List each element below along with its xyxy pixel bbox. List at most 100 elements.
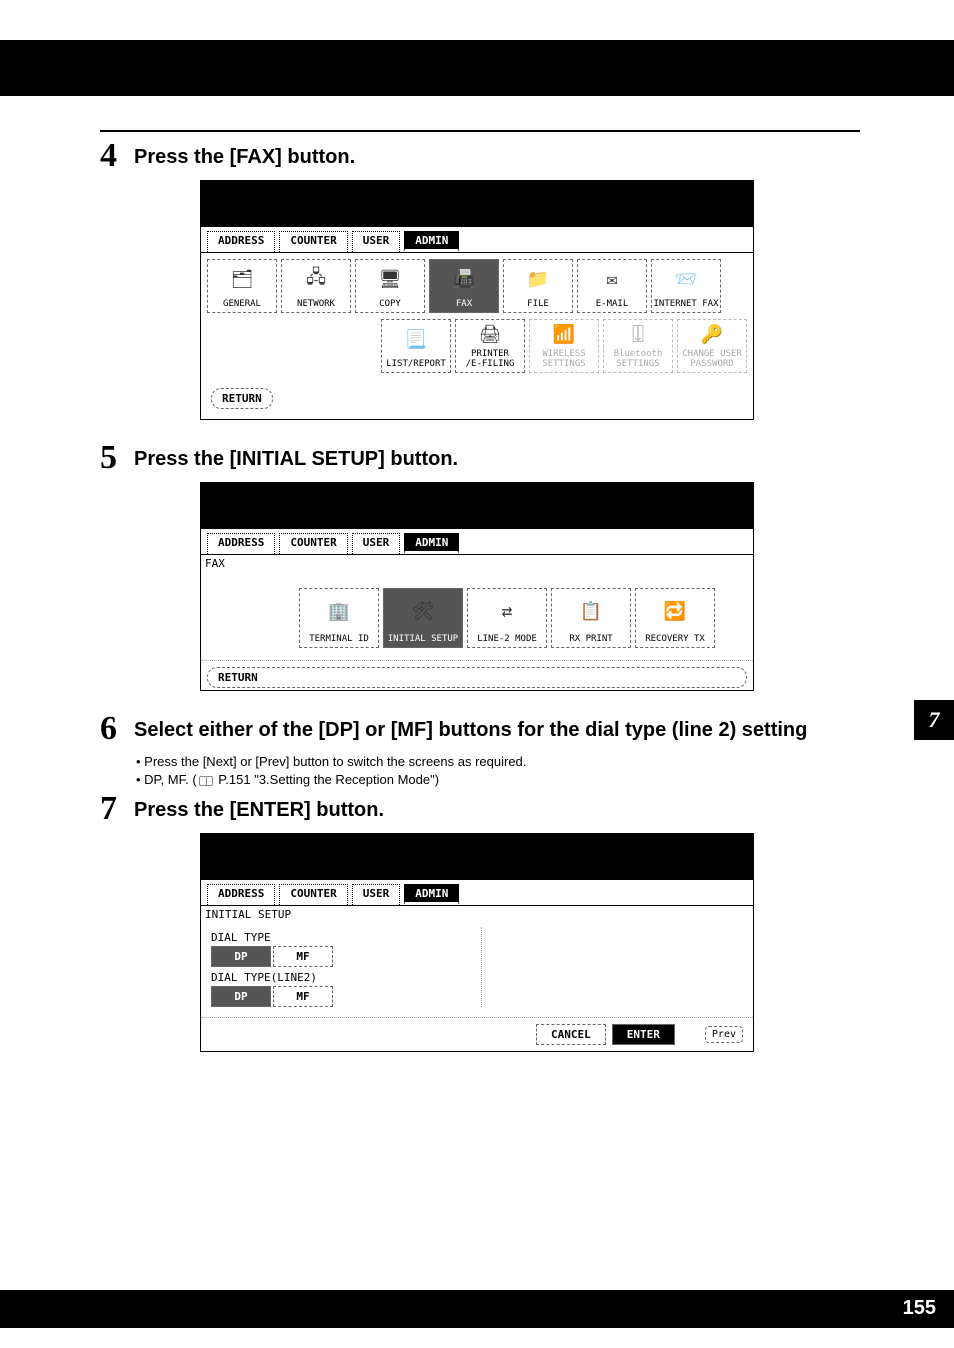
screenshot-fax-menu: ADDRESS COUNTER USER ADMIN FAX 🏢TERMINAL… [200,482,754,691]
btn-recovery-tx[interactable]: 🔁RECOVERY TX [635,588,715,648]
btn-label: PRINTER /E-FILING [466,349,515,369]
btn-internet-fax[interactable]: 📨INTERNET FAX [651,259,721,313]
btn-label: TERMINAL ID [309,634,369,644]
tab-counter[interactable]: COUNTER [279,231,347,252]
btn-label: RX PRINT [569,634,612,644]
btn-copy[interactable]: 🖥COPY [355,259,425,313]
btn-rx-print[interactable]: 📋RX PRINT [551,588,631,648]
btn-dp[interactable]: DP [211,946,271,967]
btn-label: LINE-2 MODE [477,634,537,644]
screenshot-body: INITIAL SETUP DIAL TYPE DP MF DIAL TYPE(… [201,905,753,1051]
tab-admin[interactable]: ADMIN [404,884,459,905]
btn-file[interactable]: 📁FILE [503,259,573,313]
btn-label: FAX [456,299,472,309]
btn-email[interactable]: ✉E-MAIL [577,259,647,313]
return-button[interactable]: RETURN [211,388,273,409]
screenshot-body: 🗂GENERAL 🖧NETWORK 🖥COPY 📠FAX 📁FILE ✉E-MA… [201,252,753,419]
screenshot-body: FAX 🏢TERMINAL ID 🛠INITIAL SETUP ⇄LINE-2 … [201,554,753,660]
printer-icon: 🖨 [479,320,502,349]
btn-wireless: 📶WIRELESS SETTINGS [529,319,599,373]
btn-mf-line2[interactable]: MF [273,986,333,1007]
terminal-id-icon: 🏢 [328,589,350,634]
step-5: 5 Press the [INITIAL SETUP] button. [100,444,860,472]
tab-user[interactable]: USER [352,533,401,554]
tab-counter[interactable]: COUNTER [279,884,347,905]
return-button[interactable]: RETURN [207,667,747,688]
tab-user[interactable]: USER [352,884,401,905]
btn-label: GENERAL [223,299,261,309]
screenshot-admin-menu: ADDRESS COUNTER USER ADMIN 🗂GENERAL 🖧NET… [200,180,754,420]
copy-icon: 🖥 [379,260,402,299]
wrench-general-icon: 🗂 [231,260,254,299]
cancel-button[interactable]: CANCEL [536,1024,606,1045]
email-icon: ✉ [607,260,618,299]
admin-grid-row2: 📃LIST/REPORT 🖨PRINTER /E-FILING 📶WIRELES… [207,319,747,373]
screenshot-initial-setup: ADDRESS COUNTER USER ADMIN INITIAL SETUP… [200,833,754,1052]
step-title: Select either of the [DP] or [MF] button… [134,715,807,743]
action-row: CANCEL ENTER Prev [201,1018,753,1051]
btn-label: INITIAL SETUP [388,634,458,644]
internet-fax-icon: 📨 [675,260,697,299]
fax-grid: 🏢TERMINAL ID 🛠INITIAL SETUP ⇄LINE-2 MODE… [201,576,753,660]
btn-initial-setup[interactable]: 🛠INITIAL SETUP [383,588,463,648]
screenshot-topbar [201,483,753,529]
bullet-prefix: DP, MF. ( [144,772,197,787]
btn-fax[interactable]: 📠FAX [429,259,499,313]
btn-line2-mode[interactable]: ⇄LINE-2 MODE [467,588,547,648]
btn-dp-line2[interactable]: DP [211,986,271,1007]
btn-change-password: 🔑CHANGE USER PASSWORD [677,319,747,373]
step-number: 6 [100,715,128,743]
page-number: 155 [903,1297,936,1320]
btn-label: INTERNET FAX [653,299,718,309]
btn-terminal-id[interactable]: 🏢TERMINAL ID [299,588,379,648]
form-col-left: DIAL TYPE DP MF DIAL TYPE(LINE2) DP MF [211,927,461,1007]
tab-user[interactable]: USER [352,231,401,252]
tab-address[interactable]: ADDRESS [207,884,275,905]
rx-print-icon: 📋 [580,589,602,634]
network-icon: 🖧 [306,260,326,299]
return-row: RETURN [201,660,753,690]
bluetooth-icon: ⍗ [633,320,644,349]
form-area: DIAL TYPE DP MF DIAL TYPE(LINE2) DP MF [201,927,753,1018]
step-6-bullets: Press the [Next] or [Prev] button to swi… [136,753,860,789]
tab-admin[interactable]: ADMIN [404,231,459,252]
screenshot-tabs: ADDRESS COUNTER USER ADMIN [201,529,753,554]
btn-list-report[interactable]: 📃LIST/REPORT [381,319,451,373]
btn-mf[interactable]: MF [273,946,333,967]
btn-label: RECOVERY TX [645,634,705,644]
btn-label: CHANGE USER PASSWORD [682,349,742,369]
step-number: 5 [100,444,128,472]
bullet-reference: P.151 "3.Setting the Reception Mode") [218,772,439,787]
book-icon [199,776,213,786]
screenshot-topbar [201,834,753,880]
section-tab: 7 [914,700,954,740]
footer-band [0,1290,954,1328]
btn-label: FILE [527,299,549,309]
dial-type-line2-label: DIAL TYPE(LINE2) [211,971,461,984]
btn-label: E-MAIL [596,299,629,309]
tab-address[interactable]: ADDRESS [207,231,275,252]
screenshot-topbar [201,181,753,227]
tab-address[interactable]: ADDRESS [207,533,275,554]
step-number: 4 [100,142,128,170]
step-title: Press the [FAX] button. [134,142,355,170]
btn-general[interactable]: 🗂GENERAL [207,259,277,313]
admin-grid: 🗂GENERAL 🖧NETWORK 🖥COPY 📠FAX 📁FILE ✉E-MA… [207,259,747,313]
btn-network[interactable]: 🖧NETWORK [281,259,351,313]
action-buttons: CANCEL ENTER [536,1024,675,1045]
tab-counter[interactable]: COUNTER [279,533,347,554]
prev-button[interactable]: Prev [705,1026,743,1043]
tab-admin[interactable]: ADMIN [404,533,459,554]
btn-printer-efiling[interactable]: 🖨PRINTER /E-FILING [455,319,525,373]
screenshot-tabs: ADDRESS COUNTER USER ADMIN [201,880,753,905]
list-report-icon: 📃 [405,320,427,359]
btn-label: COPY [379,299,401,309]
form-col-right [481,927,731,1007]
screenshot-tabs: ADDRESS COUNTER USER ADMIN [201,227,753,252]
btn-label: WIRELESS SETTINGS [542,349,585,369]
section-divider [100,130,860,132]
enter-button[interactable]: ENTER [612,1024,675,1045]
btn-label: LIST/REPORT [386,359,446,369]
password-icon: 🔑 [701,320,723,349]
bullet: DP, MF. ( P.151 "3.Setting the Reception… [136,771,860,789]
